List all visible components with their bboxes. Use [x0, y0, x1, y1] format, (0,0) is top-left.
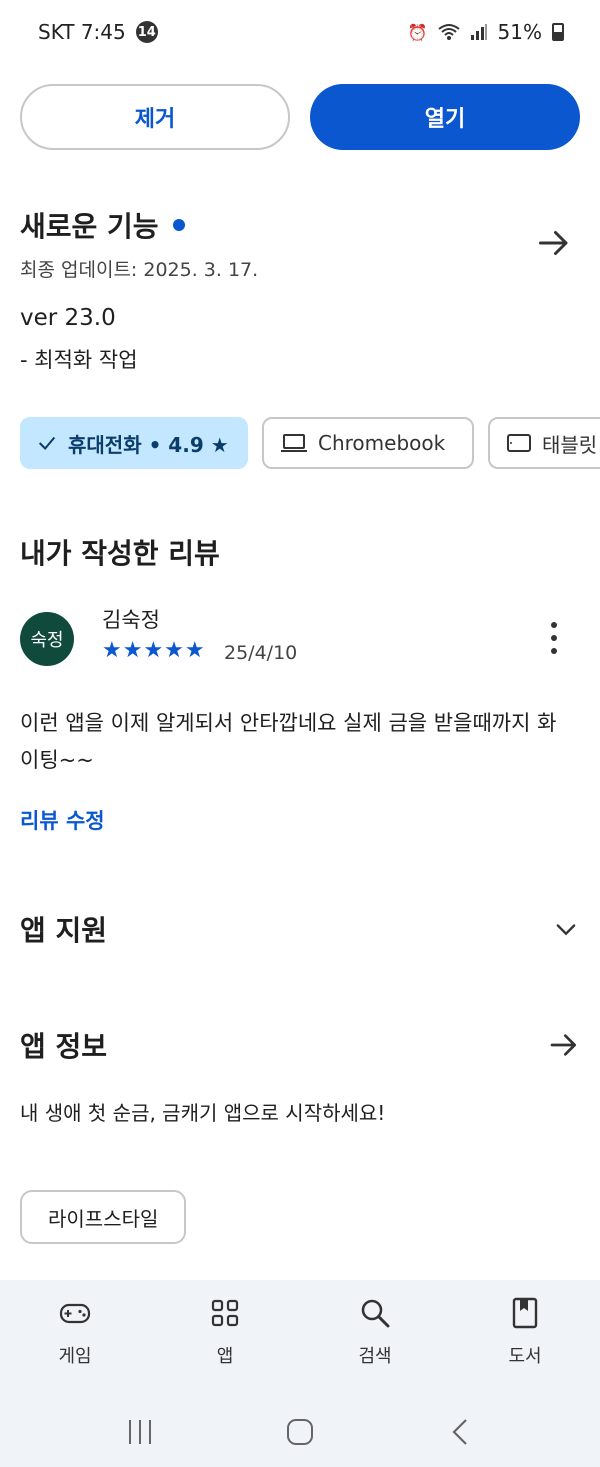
app-description: 내 생애 첫 순금, 금캐기 앱으로 시작하세요!	[20, 1101, 386, 1125]
recent-apps-icon	[129, 1419, 151, 1444]
bottom-nav: 게임 앱 검색 도서	[0, 1280, 600, 1396]
app-info-row[interactable]: 앱 정보	[20, 1024, 580, 1066]
nav-label-games: 게임	[58, 1346, 92, 1367]
gamepad-icon	[59, 1303, 91, 1324]
nav-label-apps: 앱	[216, 1346, 234, 1367]
wifi-icon	[437, 24, 460, 40]
open-button[interactable]: 열기	[310, 84, 580, 150]
edit-review-link[interactable]: 리뷰 수정	[20, 805, 105, 835]
app-support-row[interactable]: 앱 지원	[20, 908, 580, 950]
reviewer-name: 김숙정	[102, 608, 160, 632]
reviewer-row: 숙정 김숙정 ★★★★★ 25/4/10	[20, 604, 580, 674]
version-text: ver 23.0	[20, 305, 116, 331]
category-chip[interactable]: 라이프스타일	[20, 1190, 187, 1244]
chip-tablet[interactable]: 태블릿	[488, 417, 600, 469]
signal-icon	[470, 24, 487, 40]
version-note: - 최적화 작업	[20, 348, 138, 372]
status-bar: SKT 7:45 14 ⏰ 51%	[0, 0, 600, 64]
alarm-icon: ⏰	[407, 22, 428, 42]
status-right: ⏰ 51%	[408, 20, 564, 44]
home-button[interactable]	[280, 1412, 320, 1452]
battery-icon	[552, 23, 564, 41]
tablet-icon	[507, 434, 531, 452]
arrow-right-icon[interactable]	[536, 225, 572, 261]
review-text: 이런 앱을 이제 알게되서 안타깝네요 실제 금을 받을때까지 화이팅~~	[20, 711, 557, 772]
back-button[interactable]	[440, 1412, 480, 1452]
chip-tablet-label: 태블릿	[542, 432, 598, 457]
new-indicator-dot	[172, 219, 185, 231]
remove-button[interactable]: 제거	[20, 84, 290, 150]
chip-phone-label: 휴대전화 • 4.9 ★	[68, 432, 229, 457]
avatar: 숙정	[20, 612, 74, 666]
system-nav-bar	[0, 1396, 600, 1467]
battery-percent: 51%	[497, 20, 542, 44]
apps-grid-icon	[211, 1299, 239, 1327]
nav-label-books: 도서	[508, 1346, 542, 1367]
home-icon	[287, 1418, 313, 1445]
nav-item-apps[interactable]: 앱	[175, 1296, 275, 1368]
arrow-right-icon[interactable]	[548, 1029, 580, 1061]
chevron-down-icon[interactable]	[552, 915, 580, 943]
nav-item-search[interactable]: 검색	[325, 1296, 425, 1368]
whats-new-section[interactable]: 새로운 기능 최종 업데이트: 2025. 3. 17.	[20, 205, 580, 282]
check-icon	[38, 436, 56, 450]
recent-apps-button[interactable]	[120, 1412, 160, 1452]
nav-item-books[interactable]: 도서	[475, 1296, 575, 1368]
back-icon	[452, 1418, 467, 1445]
notification-count-badge: 14	[135, 21, 158, 43]
app-info-title: 앱 정보	[20, 1030, 108, 1063]
action-buttons: 제거 열기	[20, 84, 580, 150]
whats-new-title-row: 새로운 기능	[20, 205, 580, 245]
nav-label-search: 검색	[358, 1346, 392, 1367]
app-support-title: 앱 지원	[20, 914, 108, 947]
book-icon	[512, 1297, 538, 1329]
status-left: SKT 7:45 14	[38, 20, 158, 44]
review-date: 25/4/10	[224, 642, 298, 664]
star-rating: ★★★★★	[102, 638, 206, 663]
more-options-icon[interactable]	[550, 622, 558, 654]
chip-chromebook[interactable]: Chromebook	[262, 417, 474, 469]
last-updated: 최종 업데이트: 2025. 3. 17.	[20, 259, 259, 281]
chip-phone[interactable]: 휴대전화 • 4.9 ★	[20, 417, 248, 469]
laptop-icon	[281, 434, 307, 452]
chip-chromebook-label: Chromebook	[318, 431, 446, 455]
nav-item-games[interactable]: 게임	[25, 1296, 125, 1368]
device-chips: 휴대전화 • 4.9 ★ Chromebook 태블릿	[20, 417, 600, 469]
my-review-title: 내가 작성한 리뷰	[20, 537, 220, 570]
carrier-time: SKT 7:45	[38, 20, 126, 44]
whats-new-title: 새로운 기능	[20, 210, 159, 243]
search-icon	[361, 1299, 390, 1328]
